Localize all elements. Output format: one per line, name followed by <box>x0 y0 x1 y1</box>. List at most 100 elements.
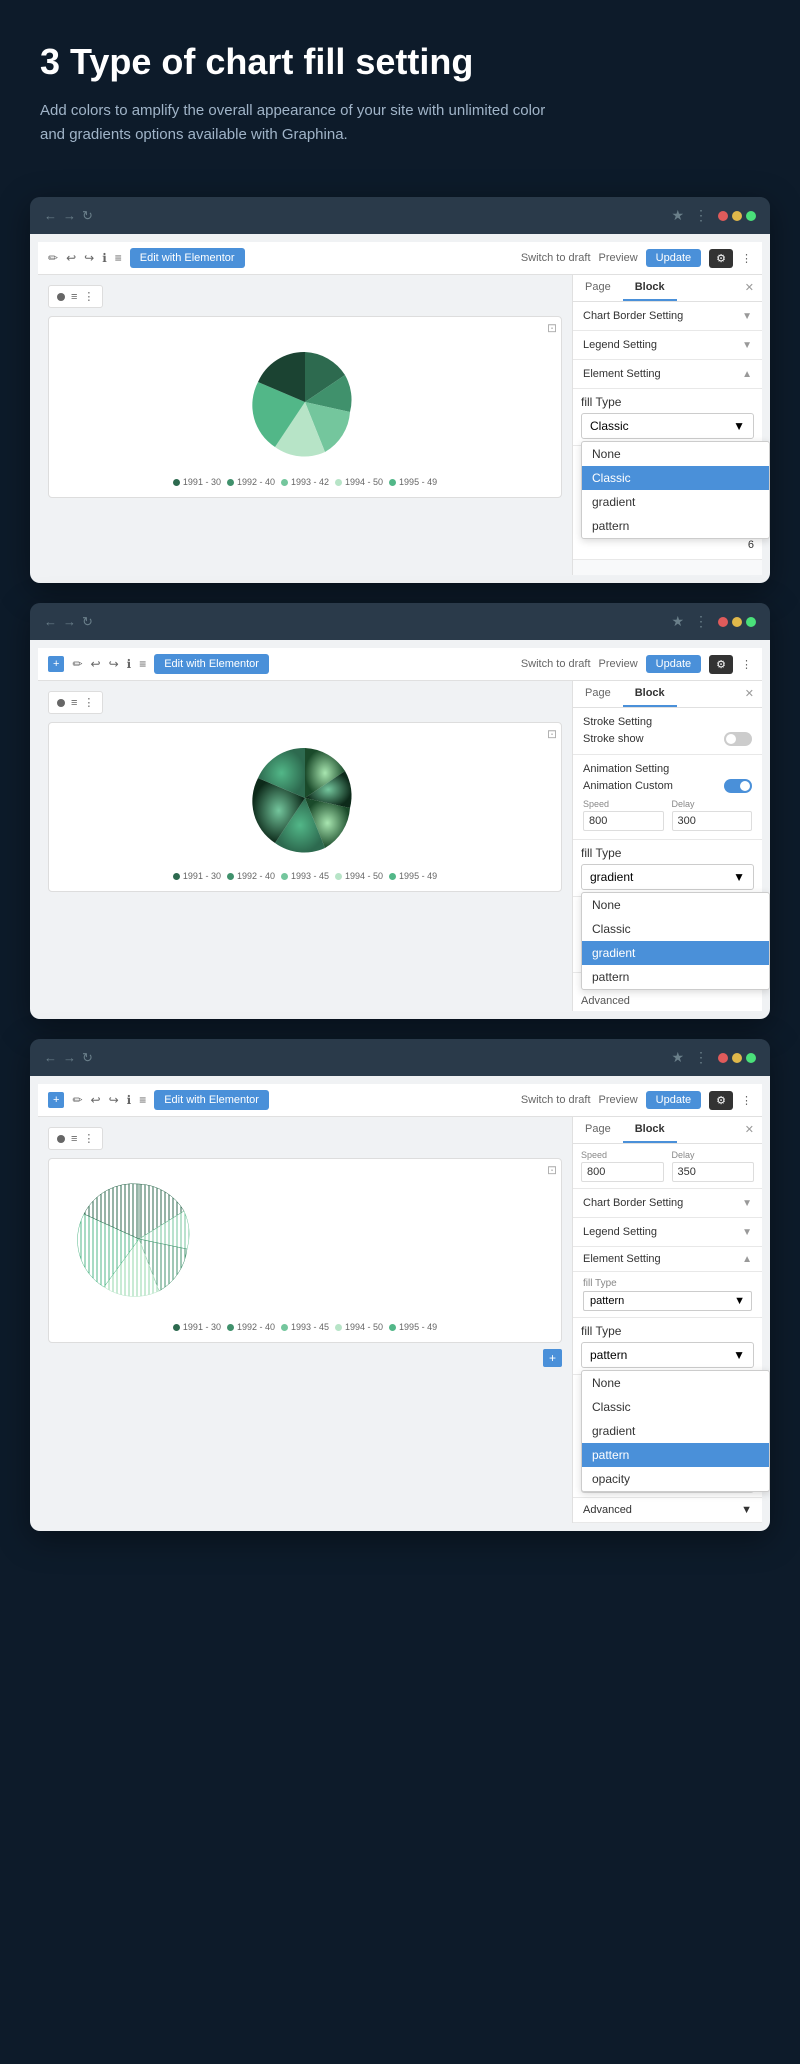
fill-option-gradient-1[interactable]: gradient <box>582 490 769 514</box>
bookmark-3[interactable]: ★ <box>671 1049 684 1066</box>
close-dot[interactable] <box>718 211 728 221</box>
settings-btn-2[interactable]: ⚙ <box>709 655 733 674</box>
fill-select-3[interactable]: pattern ▼ <box>581 1342 754 1368</box>
undo-icon[interactable]: ↩ <box>66 251 76 265</box>
block-tab-3[interactable]: Block <box>623 1117 677 1143</box>
hamburger-icon[interactable]: ≡ <box>115 251 122 265</box>
add-icon-3[interactable]: + <box>48 1092 64 1108</box>
speed-input[interactable]: 800 <box>583 811 664 831</box>
panel-close-1[interactable]: ✕ <box>737 275 762 301</box>
element-section-1[interactable]: Element Setting ▲ <box>573 360 762 389</box>
speed-val-3[interactable]: 800 <box>581 1162 664 1182</box>
fill-classic-3[interactable]: Classic <box>582 1395 769 1419</box>
preview-2[interactable]: Preview <box>599 658 638 670</box>
minimize-dot[interactable] <box>732 211 742 221</box>
update-button[interactable]: Update <box>646 249 701 267</box>
close-dot-3[interactable] <box>718 1053 728 1063</box>
back-arrow-3[interactable]: ← <box>44 1050 57 1065</box>
more-opts-3[interactable]: ⋮ <box>83 1132 94 1145</box>
back-arrow-icon[interactable]: ← <box>44 208 57 223</box>
pencil-icon-2[interactable]: ✏ <box>72 657 82 671</box>
forward-arrow-icon[interactable]: → <box>63 208 76 223</box>
bookmark-icon-2[interactable]: ★ <box>671 613 684 630</box>
fill-opt-classic-2[interactable]: Classic <box>582 917 769 941</box>
fill-type-select-2[interactable]: gradient ▼ <box>581 864 754 890</box>
fill-option-pattern-1[interactable]: pattern <box>582 514 769 538</box>
fill-none-3[interactable]: None <box>582 1371 769 1395</box>
align-icon[interactable]: ≡ <box>71 291 77 303</box>
fill-opt-gradient-2[interactable]: gradient <box>582 941 769 965</box>
fill-opt-pattern-2[interactable]: pattern <box>582 965 769 989</box>
menu-dots-3[interactable]: ⋮ <box>694 1049 708 1066</box>
back-arrow-icon-2[interactable]: ← <box>44 614 57 629</box>
forward-arrow-icon-2[interactable]: → <box>63 614 76 629</box>
menu-dots-icon-2[interactable]: ⋮ <box>694 613 708 630</box>
hamburger-3[interactable]: ≡ <box>139 1093 146 1107</box>
pencil-3[interactable]: ✏ <box>72 1093 82 1107</box>
delay-input[interactable]: 300 <box>672 811 753 831</box>
page-tab-2[interactable]: Page <box>573 681 623 707</box>
chart-border-section-1[interactable]: Chart Border Setting ▼ <box>573 302 762 331</box>
add-icon-2[interactable]: + <box>48 656 64 672</box>
refresh-icon[interactable]: ↻ <box>82 208 93 224</box>
fill-opt-none-2[interactable]: None <box>582 893 769 917</box>
align-3[interactable]: ≡ <box>71 1133 77 1145</box>
block-tab-2[interactable]: Block <box>623 681 677 707</box>
fill-option-none-1[interactable]: None <box>582 442 769 466</box>
edit-elementor-3[interactable]: Edit with Elementor <box>154 1090 269 1110</box>
forward-arrow-3[interactable]: → <box>63 1050 76 1065</box>
redo-icon-2[interactable]: ↪ <box>109 657 119 671</box>
fill-pattern-3[interactable]: pattern <box>582 1443 769 1467</box>
settings-btn-3[interactable]: ⚙ <box>709 1091 733 1110</box>
fill-option-classic-1[interactable]: Classic <box>582 466 769 490</box>
element-setting-3[interactable]: Element Setting ▲ <box>573 1247 762 1272</box>
refresh-3[interactable]: ↻ <box>82 1050 93 1066</box>
more-options-icon[interactable]: ⋮ <box>83 290 94 303</box>
more-icon[interactable]: ⋮ <box>741 252 752 265</box>
fill-type-panel-value-3[interactable]: pattern ▼ <box>583 1291 752 1311</box>
maximize-dot-2[interactable] <box>746 617 756 627</box>
update-btn-3[interactable]: Update <box>646 1091 701 1109</box>
delay-val-3[interactable]: 350 <box>672 1162 755 1182</box>
more-icon-2[interactable]: ⋮ <box>741 658 752 671</box>
align-icon-2[interactable]: ≡ <box>71 697 77 709</box>
undo-icon-2[interactable]: ↩ <box>91 657 101 671</box>
maximize-dot[interactable] <box>746 211 756 221</box>
chart-border-3[interactable]: Chart Border Setting ▼ <box>573 1189 762 1218</box>
edit-with-elementor-button[interactable]: Edit with Elementor <box>130 248 245 268</box>
switch-draft-3[interactable]: Switch to draft <box>521 1094 591 1106</box>
fill-gradient-3[interactable]: gradient <box>582 1419 769 1443</box>
pencil-icon[interactable]: ✏ <box>48 251 58 265</box>
panel-close-2[interactable]: ✕ <box>737 681 762 707</box>
info-icon[interactable]: ℹ <box>102 251 107 265</box>
switch-draft-2[interactable]: Switch to draft <box>521 658 591 670</box>
legend-section-1[interactable]: Legend Setting ▼ <box>573 331 762 360</box>
block-tab-1[interactable]: Block <box>623 275 677 301</box>
animation-toggle[interactable] <box>724 779 752 793</box>
fill-opacity-3[interactable]: opacity <box>582 1467 769 1491</box>
edit-elementor-btn-2[interactable]: Edit with Elementor <box>154 654 269 674</box>
refresh-icon-2[interactable]: ↻ <box>82 614 93 630</box>
redo-icon[interactable]: ↪ <box>84 251 94 265</box>
add-widget-button[interactable]: + <box>543 1349 562 1367</box>
preview-link[interactable]: Preview <box>599 252 638 264</box>
advanced-row-3[interactable]: Advanced ▼ <box>573 1498 762 1523</box>
page-tab-3[interactable]: Page <box>573 1117 623 1143</box>
settings-button[interactable]: ⚙ <box>709 249 733 268</box>
more-opts-2[interactable]: ⋮ <box>83 696 94 709</box>
minimize-dot-2[interactable] <box>732 617 742 627</box>
more-3[interactable]: ⋮ <box>741 1094 752 1107</box>
undo-3[interactable]: ↩ <box>91 1093 101 1107</box>
info-3[interactable]: ℹ <box>127 1093 132 1107</box>
info-icon-2[interactable]: ℹ <box>127 657 132 671</box>
preview-3[interactable]: Preview <box>599 1094 638 1106</box>
minimize-dot-3[interactable] <box>732 1053 742 1063</box>
stroke-toggle[interactable] <box>724 732 752 746</box>
hamburger-icon-2[interactable]: ≡ <box>139 657 146 671</box>
bookmark-icon[interactable]: ★ <box>671 207 684 224</box>
maximize-dot-3[interactable] <box>746 1053 756 1063</box>
redo-3[interactable]: ↪ <box>109 1093 119 1107</box>
panel-close-3[interactable]: ✕ <box>737 1117 762 1143</box>
update-btn-2[interactable]: Update <box>646 655 701 673</box>
fill-type-select-1[interactable]: Classic ▼ <box>581 413 754 439</box>
